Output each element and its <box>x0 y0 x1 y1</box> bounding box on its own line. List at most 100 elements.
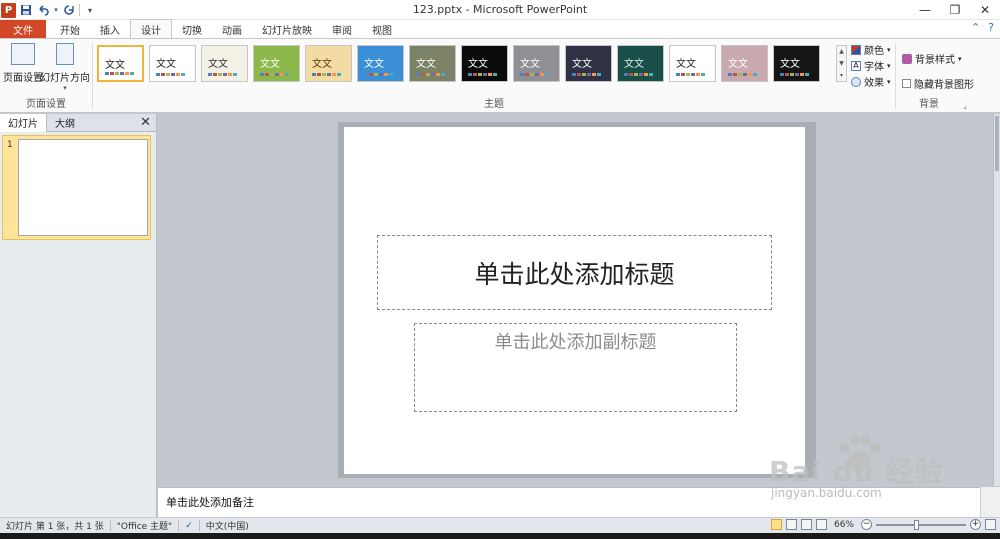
close-icon[interactable]: ✕ <box>970 0 1000 20</box>
theme-color-swatches <box>676 73 705 76</box>
slides-pane: 幻灯片 大纲 ✕ 1 <box>0 113 157 517</box>
tab-outline[interactable]: 大纲 <box>47 114 83 132</box>
slide-orientation-button[interactable]: 幻灯片方向 ▾ <box>40 43 90 92</box>
gallery-more-icon[interactable]: ▾ <box>840 72 843 79</box>
slides-pane-tabs: 幻灯片 大纲 ✕ <box>0 113 156 132</box>
tab-review[interactable]: 审阅 <box>322 20 362 38</box>
slide-thumbnail-item[interactable]: 1 <box>2 135 151 240</box>
tab-slides[interactable]: 幻灯片 <box>0 113 47 132</box>
gallery-up-icon[interactable]: ▲ <box>839 48 844 55</box>
tab-transitions[interactable]: 切换 <box>172 20 212 38</box>
notes-pane[interactable]: 单击此处添加备注 <box>158 487 980 517</box>
fonts-label: 字体 <box>864 62 884 73</box>
theme-thumbnail[interactable]: 文文 <box>409 45 456 82</box>
spellcheck-icon[interactable]: ✓ <box>179 521 199 531</box>
title-placeholder[interactable]: 单击此处添加标题 <box>377 235 772 310</box>
slide-thumbnail[interactable] <box>18 139 148 236</box>
tab-home[interactable]: 开始 <box>50 20 90 38</box>
theme-thumbnail[interactable]: 文文 <box>149 45 196 82</box>
minimize-icon[interactable]: — <box>910 0 940 20</box>
background-styles-button[interactable]: 背景样式 ▾ <box>902 51 962 66</box>
theme-thumbnail[interactable]: 文文 <box>721 45 768 82</box>
theme-sample-text: 文文 <box>364 59 384 70</box>
zoom-level[interactable]: 66% <box>834 520 854 530</box>
theme-thumbnail[interactable]: 文文 <box>253 45 300 82</box>
theme-thumbnail[interactable]: 文文 <box>669 45 716 82</box>
theme-sample-text: 文文 <box>468 59 488 70</box>
close-icon[interactable]: ✕ <box>140 115 151 130</box>
tab-view[interactable]: 视图 <box>362 20 402 38</box>
theme-fonts-button[interactable]: A 字体 ▾ <box>851 58 891 73</box>
normal-view-icon[interactable] <box>770 519 782 530</box>
theme-gallery-scroll[interactable]: ▲ ▼ ▾ <box>836 45 847 82</box>
restore-icon[interactable]: ❐ <box>940 0 970 20</box>
page-setup-icon <box>11 43 35 65</box>
page-setup-group-label: 页面设置 <box>26 99 66 110</box>
colors-icon <box>851 44 861 55</box>
slide-canvas[interactable]: 单击此处添加标题 单击此处添加副标题 <box>344 127 805 474</box>
theme-thumbnail[interactable]: 文文 <box>201 45 248 82</box>
theme-colors-button[interactable]: 颜色 ▾ <box>851 42 891 57</box>
fonts-icon: A <box>851 60 861 71</box>
zoom-slider[interactable] <box>876 519 966 530</box>
zoom-slider-knob[interactable] <box>914 519 919 530</box>
page-setup-button[interactable]: 页面设置 <box>3 43 43 84</box>
undo-icon[interactable] <box>36 3 50 17</box>
minimize-ribbon-icon[interactable]: ⌃ <box>971 21 980 34</box>
background-styles-label: 背景样式 <box>915 55 955 66</box>
dialog-launcher-icon[interactable]: ⌟ <box>963 101 967 110</box>
theme-thumbnail[interactable]: 文文 <box>565 45 612 82</box>
vertical-scrollbar[interactable] <box>993 114 1000 486</box>
reading-view-icon[interactable] <box>800 519 812 530</box>
theme-color-swatches <box>364 73 393 76</box>
subtitle-placeholder[interactable]: 单击此处添加副标题 <box>414 323 737 412</box>
title-bar: P ▾ ▾ 123.pptx - Microsoft PowerPoint — … <box>0 0 1000 20</box>
theme-effects-button[interactable]: 效果 ▾ <box>851 74 891 89</box>
theme-thumbnail[interactable]: 文文 <box>305 45 352 82</box>
slide-sorter-view-icon[interactable] <box>785 519 797 530</box>
chevron-down-icon: ▾ <box>63 84 67 92</box>
tab-slideshow[interactable]: 幻灯片放映 <box>252 20 322 38</box>
theme-thumbnail[interactable]: 文文 <box>617 45 664 82</box>
theme-sample-text: 文文 <box>728 59 748 70</box>
undo-dropdown-icon[interactable]: ▾ <box>53 3 59 17</box>
slideshow-view-icon[interactable] <box>815 519 827 530</box>
theme-thumbnail[interactable]: 文文 <box>97 45 144 82</box>
ribbon-tabs: 文件 开始 插入 设计 切换 动画 幻灯片放映 审阅 视图 ⌃ ? <box>0 19 1000 38</box>
notes-placeholder: 单击此处添加备注 <box>166 496 254 509</box>
hide-background-checkbox[interactable]: 隐藏背景图形 <box>902 76 974 91</box>
tab-design[interactable]: 设计 <box>130 19 172 38</box>
zoom-in-icon[interactable]: + <box>970 519 981 530</box>
customize-qat-icon[interactable]: ▾ <box>83 3 97 17</box>
group-separator <box>92 43 93 109</box>
theme-name[interactable]: "Office 主题" <box>111 519 178 532</box>
theme-color-swatches <box>312 73 341 76</box>
tab-file[interactable]: 文件 <box>0 20 46 38</box>
slide-editing-area: 单击此处添加标题 单击此处添加副标题 <box>158 114 993 486</box>
checkbox-icon[interactable] <box>902 79 911 88</box>
notes-scrollbar[interactable] <box>980 487 1000 517</box>
theme-thumbnail[interactable]: 文文 <box>357 45 404 82</box>
taskbar-strip <box>0 533 1000 539</box>
fit-to-window-icon[interactable] <box>985 519 996 530</box>
theme-thumbnail[interactable]: 文文 <box>773 45 820 82</box>
language-indicator[interactable]: 中文(中国) <box>200 519 255 532</box>
qat-separator <box>79 4 80 16</box>
theme-thumbnail[interactable]: 文文 <box>513 45 560 82</box>
zoom-out-icon[interactable]: − <box>861 519 872 530</box>
theme-thumbnail[interactable]: 文文 <box>461 45 508 82</box>
tab-insert[interactable]: 插入 <box>90 20 130 38</box>
help-icon[interactable]: ? <box>988 21 994 34</box>
effects-icon <box>851 76 861 87</box>
powerpoint-app-icon[interactable]: P <box>1 2 16 18</box>
tab-animations[interactable]: 动画 <box>212 20 252 38</box>
theme-sample-text: 文文 <box>676 59 696 70</box>
window-controls: — ❐ ✕ <box>910 0 1000 20</box>
save-icon[interactable] <box>19 3 33 17</box>
scrollbar-thumb[interactable] <box>995 116 999 171</box>
theme-color-swatches <box>780 73 809 76</box>
ribbon-design: 页面设置 幻灯片方向 ▾ 页面设置 文文 文文 文文 文文 文文 文文 文文 文文 文文 文文 文文… <box>0 38 1000 113</box>
themes-group-label: 主题 <box>484 99 504 110</box>
redo-icon[interactable] <box>62 3 76 17</box>
gallery-down-icon[interactable]: ▼ <box>839 60 844 67</box>
